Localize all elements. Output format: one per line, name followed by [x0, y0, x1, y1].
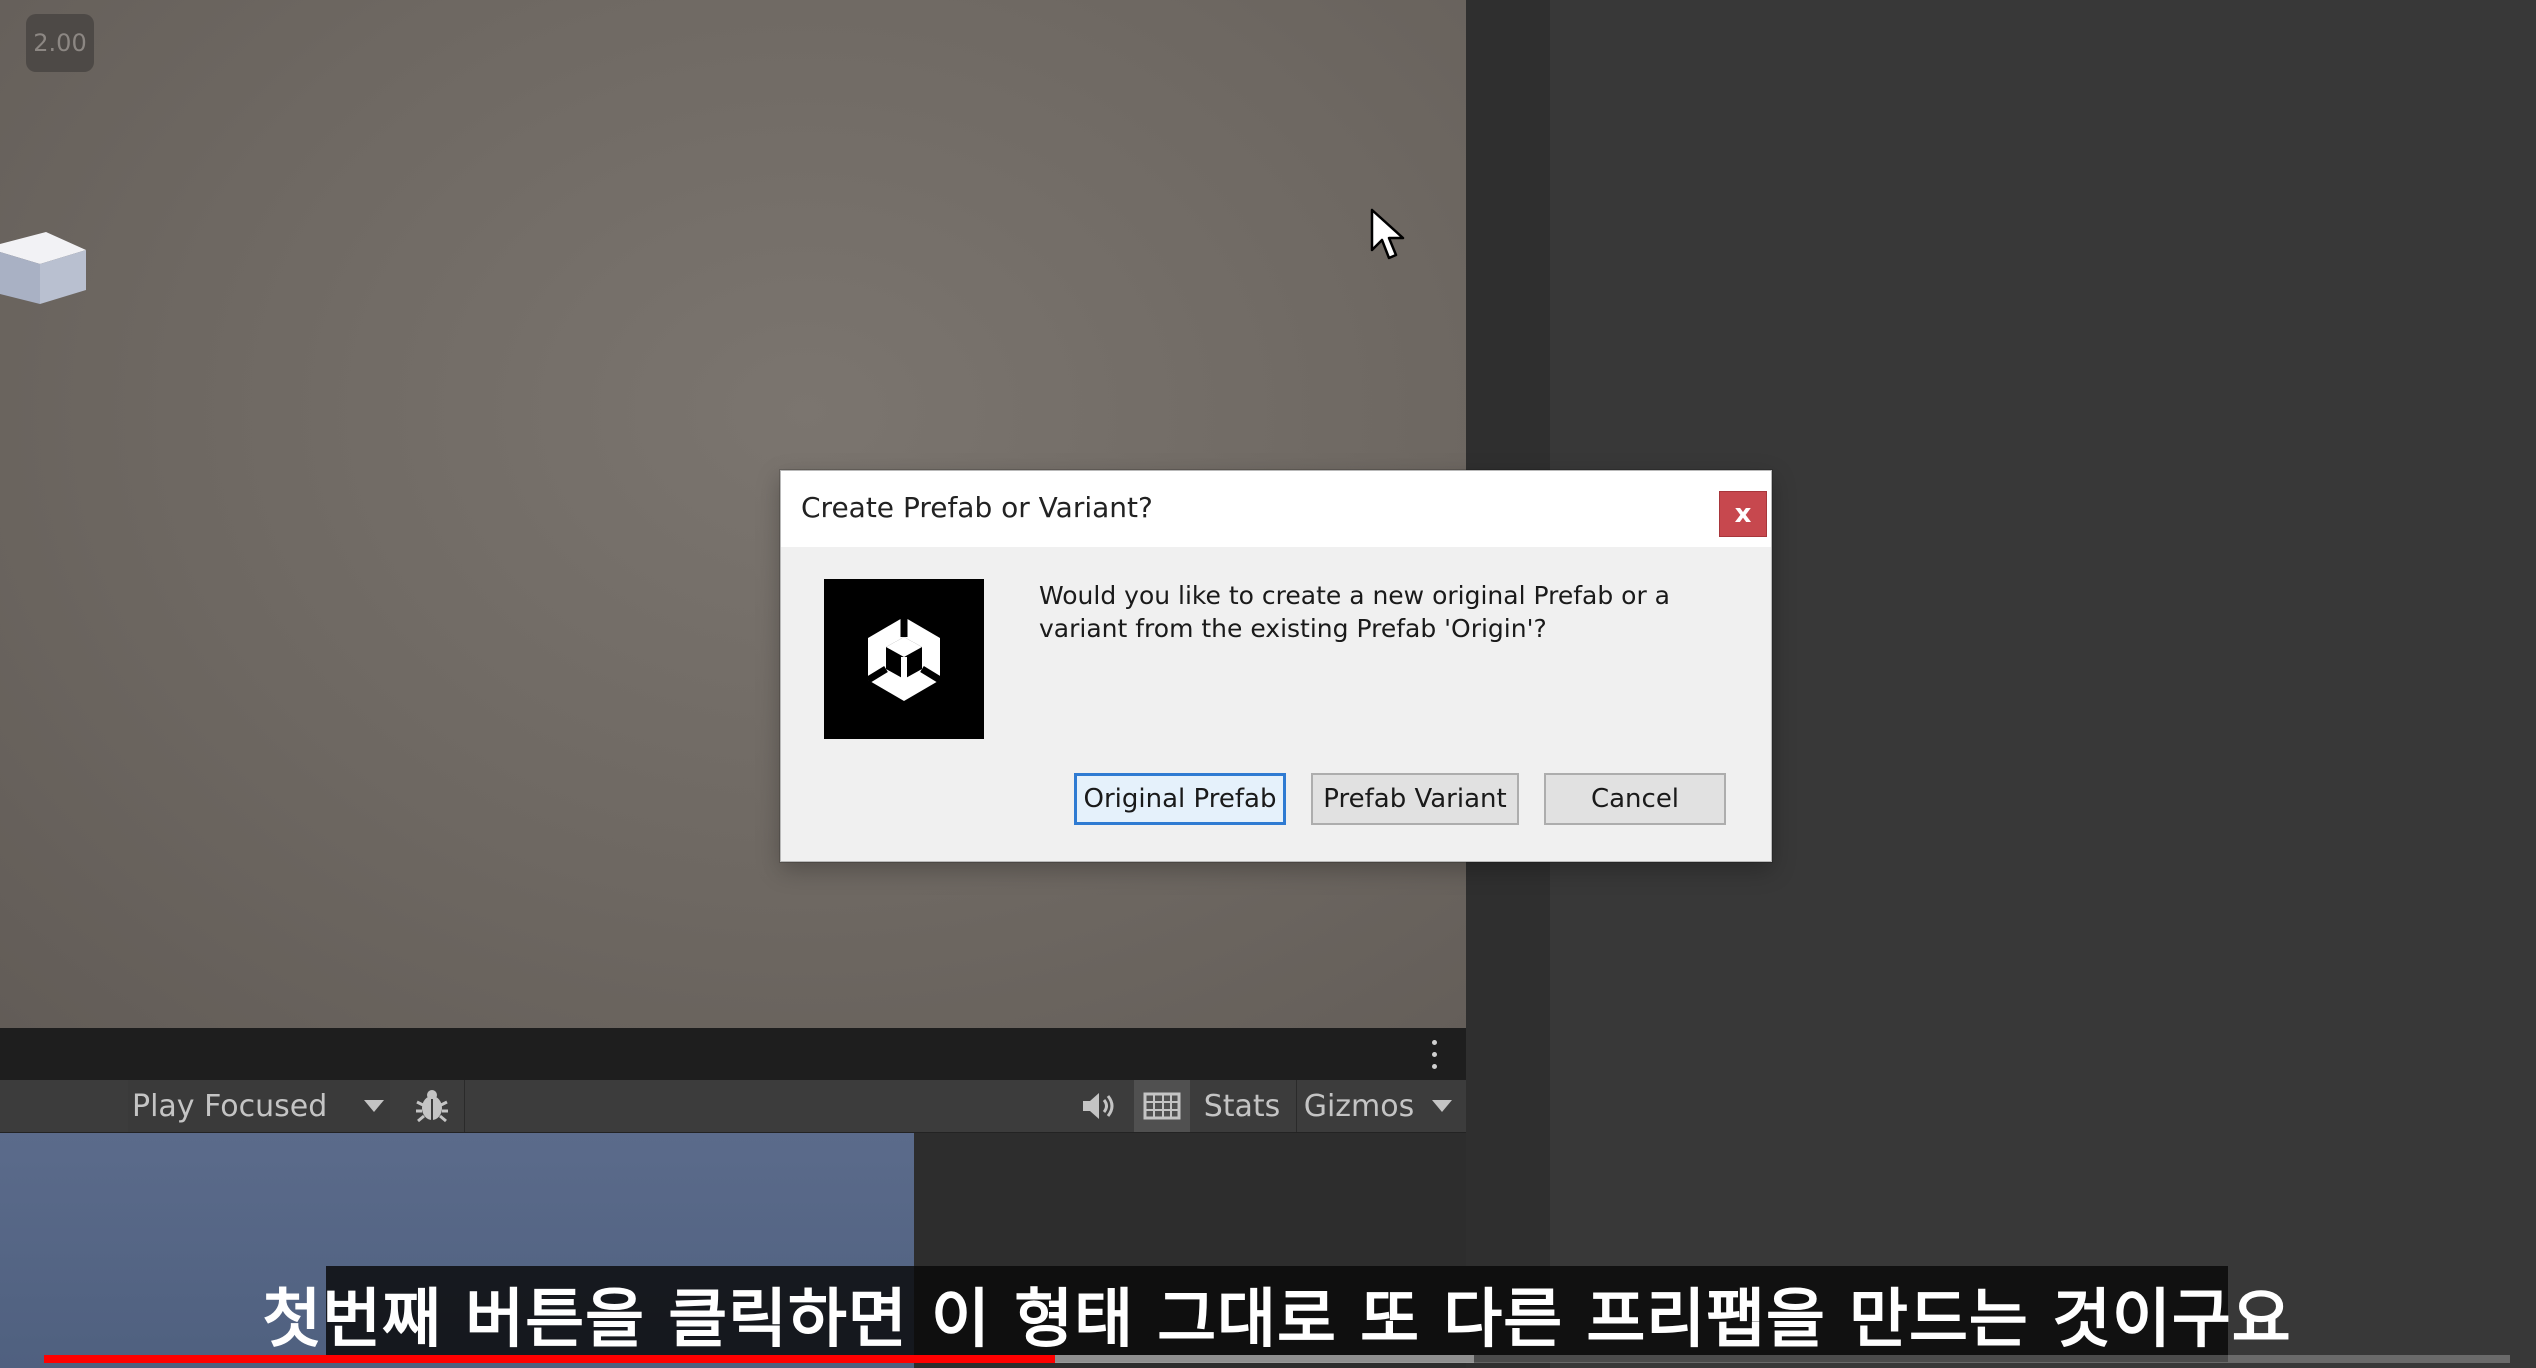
game-view-tab-strip: [0, 1028, 1466, 1080]
mouse-cursor-icon: [1370, 208, 1405, 260]
stats-label: Stats: [1203, 1088, 1281, 1124]
kebab-menu-icon[interactable]: [1426, 1036, 1442, 1072]
scene-cube-object[interactable]: [0, 232, 86, 318]
prefab-variant-button[interactable]: Prefab Variant: [1311, 773, 1519, 825]
dialog-message-line-1: Would you like to create a new original …: [1039, 581, 1670, 610]
debug-toggle-button[interactable]: [400, 1080, 465, 1132]
unity-cube-icon: [866, 617, 942, 701]
close-icon: x: [1734, 499, 1752, 529]
gizmos-label: Gizmos: [1303, 1088, 1415, 1124]
stats-toggle-icon: [1143, 1092, 1181, 1120]
dialog-close-button[interactable]: x: [1719, 491, 1767, 537]
original-prefab-button[interactable]: Original Prefab: [1074, 773, 1286, 825]
play-mode-label: Play Focused: [132, 1088, 328, 1124]
cancel-button[interactable]: Cancel: [1544, 773, 1726, 825]
gizmos-dropdown[interactable]: [1424, 1080, 1460, 1132]
game-view-toolbar: Play Focused Stats Gizmos: [0, 1080, 1466, 1133]
create-prefab-dialog: Create Prefab or Variant? x Would you li…: [780, 470, 1772, 862]
shortcut-toggle-button[interactable]: [1134, 1080, 1190, 1132]
subtitle-text: 첫번째 버튼을 클릭하면 이 형태 그대로 또 다른 프리팹을 만드는 것이구요: [262, 1283, 2292, 1357]
video-progress-bar[interactable]: [44, 1355, 2510, 1363]
audio-mute-icon: [1083, 1093, 1114, 1119]
video-subtitle: 첫번째 버튼을 클릭하면 이 형태 그대로 또 다른 프리팹을 만드는 것이구요: [262, 1266, 2291, 1362]
stats-button[interactable]: Stats: [1196, 1080, 1288, 1132]
bug-icon: [416, 1090, 448, 1123]
play-mode-dropdown[interactable]: Play Focused: [128, 1080, 390, 1132]
dialog-message-line-2: variant from the existing Prefab 'Origin…: [1039, 614, 1547, 643]
unity-logo-icon: [824, 579, 984, 739]
dialog-title: Create Prefab or Variant?: [801, 491, 1153, 524]
zoom-level-text: 2.00: [33, 29, 87, 57]
video-progress-played: [44, 1355, 1056, 1363]
gizmos-button[interactable]: Gizmos: [1296, 1080, 1421, 1132]
dialog-titlebar[interactable]: Create Prefab or Variant? x: [781, 471, 1771, 547]
zoom-level-badge: 2.00: [26, 14, 94, 72]
dialog-message: Would you like to create a new original …: [1039, 579, 1719, 645]
chevron-down-icon: [1432, 1100, 1452, 1112]
screen: 2.00 Play Focused Stats Gizmos 첫번째 버튼을 클…: [0, 0, 2536, 1368]
mute-audio-button[interactable]: [1070, 1080, 1128, 1132]
chevron-down-icon: [364, 1100, 384, 1112]
